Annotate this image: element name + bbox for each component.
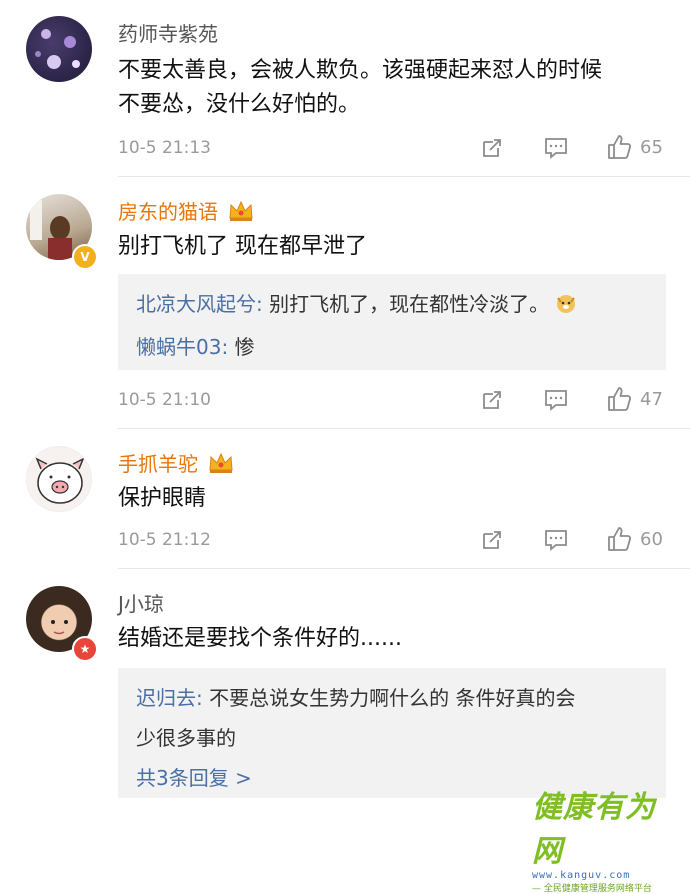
divider: [118, 176, 690, 177]
comment-icon: [545, 390, 567, 411]
divider: [118, 568, 690, 569]
comment-text: 别打飞机了 现在都早泄了: [118, 230, 678, 264]
username[interactable]: 药师寺紫苑: [118, 18, 218, 47]
member-badge-icon: ★: [72, 636, 98, 662]
reply-author[interactable]: 迟归去:: [136, 686, 203, 710]
repost-icon: [483, 139, 501, 157]
repost-button[interactable]: [480, 388, 504, 412]
username[interactable]: J小琼: [118, 588, 164, 617]
thumbs-up-icon: [608, 527, 632, 551]
thumbs-up-icon: [608, 387, 632, 411]
username-text: 房东的猫语: [118, 200, 218, 224]
reply-box[interactable]: 迟归去: 不要总说女生势力啊什么的 条件好真的会 少很多事的 共3条回复 >: [118, 668, 666, 798]
like-count: 47: [640, 388, 663, 410]
comment-icon: [545, 530, 567, 551]
comment-button[interactable]: [544, 528, 568, 552]
username[interactable]: 房东的猫语: [118, 196, 254, 227]
reply-text: 不要总说女生势力啊什么的 条件好真的会: [202, 686, 576, 710]
reply-text: 别打飞机了，现在都性冷淡了。: [262, 292, 550, 316]
comment-text-line: 不要怂，没什么好怕的。: [118, 92, 361, 117]
timestamp: 10-5 21:12: [118, 530, 211, 550]
repost-icon: [483, 391, 501, 409]
reply-author[interactable]: 北凉大风起兮:: [136, 292, 263, 316]
thumbs-up-icon: [608, 135, 632, 159]
reply-item: 北凉大风起兮: 别打飞机了，现在都性冷淡了。: [136, 284, 648, 327]
repost-button[interactable]: [480, 136, 504, 160]
reply-item: 迟归去: 不要总说女生势力啊什么的 条件好真的会: [136, 678, 648, 718]
comment-text-line: 保护眼睛: [118, 486, 207, 511]
vip-crown-icon: [208, 452, 234, 479]
site-watermark: 健康有为网 www.kanguv.com — 全民健康管理服务网络平台: [532, 782, 682, 894]
comment-text-line: 不要太善良，会被人欺负。该强硬起来怼人的时候: [118, 58, 603, 83]
comment-button[interactable]: [544, 136, 568, 160]
avatar[interactable]: [26, 446, 92, 512]
username[interactable]: 手抓羊驼: [118, 448, 234, 479]
like-button[interactable]: 65: [606, 134, 663, 160]
repost-button[interactable]: [480, 528, 504, 552]
like-button[interactable]: 60: [606, 526, 663, 552]
comment-text: 不要太善良，会被人欺负。该强硬起来怼人的时候 不要怂，没什么好怕的。: [118, 54, 678, 122]
vip-crown-icon: [228, 200, 254, 227]
watermark-subtitle: — 全民健康管理服务网络平台: [532, 884, 652, 894]
verified-badge-icon: V: [72, 244, 98, 270]
watermark-url: www.kanguv.com: [532, 870, 631, 881]
like-count: 60: [640, 528, 663, 550]
comment-text: 保护眼睛: [118, 482, 678, 516]
like-button[interactable]: 47: [606, 386, 663, 412]
reply-author[interactable]: 懒蜗牛03:: [136, 335, 228, 359]
comment-button[interactable]: [544, 388, 568, 412]
reply-box[interactable]: 北凉大风起兮: 别打飞机了，现在都性冷淡了。 懒蜗牛03: 惨: [118, 274, 666, 370]
avatar[interactable]: [26, 16, 92, 82]
reply-item: 懒蜗牛03: 惨: [136, 327, 648, 367]
comment-text: 结婚还是要找个条件好的......: [118, 622, 678, 656]
comment-text-line: 别打飞机了 现在都早泄了: [118, 234, 367, 259]
dog-emoji-icon: [555, 287, 577, 327]
reply-text: 惨: [228, 335, 255, 359]
reply-item: 少很多事的: [136, 718, 648, 758]
timestamp: 10-5 21:13: [118, 138, 211, 158]
username-text: 手抓羊驼: [118, 452, 198, 476]
divider: [118, 428, 690, 429]
comment-icon: [545, 138, 567, 159]
like-count: 65: [640, 136, 663, 158]
comment-text-line: 结婚还是要找个条件好的......: [118, 626, 402, 651]
repost-icon: [483, 531, 501, 549]
timestamp: 10-5 21:10: [118, 390, 211, 410]
reply-text: 少很多事的: [136, 726, 236, 750]
watermark-title: 健康有为网: [532, 790, 656, 869]
